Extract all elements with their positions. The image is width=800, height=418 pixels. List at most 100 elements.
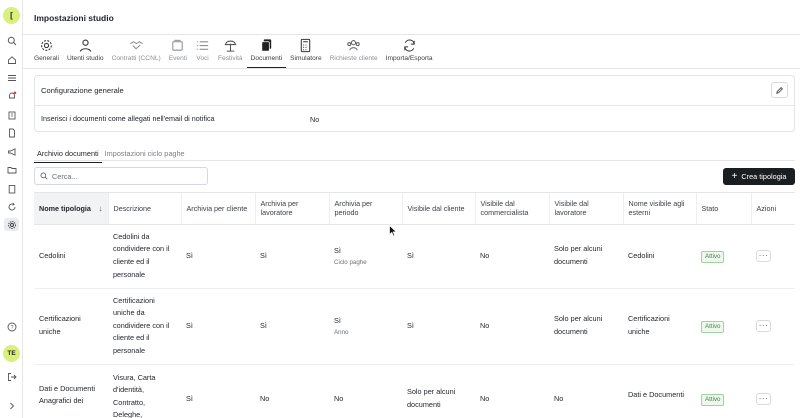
beach-umbrella-icon (224, 40, 237, 52)
plus-icon: + (731, 170, 738, 182)
gear-icon (41, 40, 52, 51)
cell-azioni: ··· (751, 224, 795, 289)
folder-icon[interactable] (6, 164, 17, 175)
cell-nome-esterni: Certificazioni uniche (623, 288, 696, 365)
cell-azioni: ··· (751, 364, 795, 418)
cell-per-lavoratore: No (255, 364, 329, 418)
cell-name: Dati e Documenti Anagrafici dei (34, 364, 108, 418)
edit-config-button[interactable] (771, 82, 788, 98)
cell-vis-cliente: Sì (402, 288, 475, 365)
column-header[interactable]: Nome visibile agli esterni (622, 193, 696, 225)
calendar-stack-icon (172, 39, 184, 51)
tab-richieste-cliente[interactable]: Richieste cliente (326, 36, 382, 68)
cell-per-cliente: Sì (181, 364, 255, 418)
status-badge: Attivo (701, 320, 725, 333)
settings-tabs: Generali Utenti studio Contratti (CCNL) … (30, 36, 437, 68)
cell-vis-commercialista: No (475, 224, 549, 289)
tab-eventi[interactable]: Eventi (165, 36, 191, 68)
handshake-icon (129, 41, 143, 50)
cell-stato: Attivo (696, 364, 751, 418)
search-box[interactable] (34, 167, 208, 185)
cell-description: Certificazioni uniche da condividere con… (108, 288, 181, 365)
tab-label: Festività (218, 55, 243, 62)
sync-icon (403, 39, 415, 52)
tab-label: Eventi (168, 55, 188, 62)
column-header[interactable]: Visibile dal commercialista (474, 193, 549, 225)
tab-generali[interactable]: Generali (30, 36, 63, 68)
cell-vis-lavoratore: Solo per alcuni documenti (549, 288, 623, 365)
cell-per-cliente: Sì (181, 288, 255, 365)
svg-text:?: ? (10, 325, 13, 331)
cell-description: Cedolini da condividere con il cliente e… (108, 224, 181, 289)
document-types-table: ↓ Nome tipologia Descrizione Archivia per… (34, 192, 795, 418)
user-icon (79, 39, 91, 52)
column-header[interactable]: Archivia per periodo (328, 193, 402, 225)
cell-vis-lavoratore: Solo per alcuni documenti (549, 224, 623, 289)
tab-festivita[interactable]: Festività (214, 36, 247, 68)
home-icon[interactable] (6, 54, 17, 65)
column-header[interactable]: Descrizione (107, 193, 181, 225)
cell-vis-commercialista: No (475, 288, 549, 365)
sort-arrow-down-icon[interactable]: ↓ (99, 204, 103, 214)
clipboard-icon[interactable] (6, 183, 17, 194)
bell-icon[interactable] (6, 90, 17, 101)
avatar[interactable]: TE (3, 345, 20, 362)
tab-label: Voci (196, 55, 209, 62)
cell-per-lavoratore: Sì (255, 288, 329, 365)
app-logo[interactable]: [ (3, 7, 20, 24)
more-actions-button[interactable]: ··· (756, 393, 771, 405)
header-divider (23, 34, 800, 35)
search-icon[interactable] (6, 35, 17, 46)
create-type-label: Crea tipologia (741, 172, 787, 181)
column-header[interactable]: Stato (695, 193, 751, 225)
refresh-icon[interactable] (6, 201, 17, 212)
table-row[interactable]: Dati e Documenti Anagrafici dei Visura, … (34, 364, 795, 418)
cell-per-cliente: Sì (181, 224, 255, 289)
column-header[interactable]: ↓ Nome tipologia (34, 193, 108, 225)
logout-icon[interactable] (6, 371, 17, 382)
tab-utenti-studio[interactable]: Utenti studio (63, 36, 108, 68)
cell-per-periodo: No (329, 364, 402, 418)
settings-icon[interactable] (4, 218, 19, 231)
mouse-cursor-icon (389, 225, 397, 237)
create-type-button[interactable]: + Crea tipologia (723, 168, 795, 185)
cell-per-periodo: Sì Anno (329, 288, 402, 365)
tab-label: Generali (34, 55, 59, 62)
left-rail: [ ? TE (0, 0, 23, 418)
more-actions-button[interactable]: ··· (756, 320, 771, 332)
list-icon[interactable] (6, 72, 17, 83)
table-row[interactable]: Cedolini Cedolini da condividere con il … (34, 224, 795, 289)
status-badge: Attivo (701, 250, 725, 263)
expand-chevron-icon[interactable] (6, 400, 17, 411)
tab-label: Importa/Esporta (385, 55, 433, 62)
more-actions-button[interactable]: ··· (756, 250, 771, 262)
building-icon[interactable] (6, 109, 17, 120)
status-badge: Attivo (701, 393, 725, 406)
table-row[interactable]: Certificazioni uniche Certificazioni uni… (34, 288, 795, 365)
attach-docs-value: No (310, 115, 320, 124)
search-input[interactable] (52, 171, 202, 181)
pencil-icon (776, 86, 783, 94)
tabs-divider (23, 68, 800, 69)
tab-documenti[interactable]: Documenti (246, 36, 287, 68)
column-header[interactable]: Archivia per lavoratore (254, 193, 329, 225)
tab-label: Documenti (250, 55, 283, 62)
help-icon[interactable]: ? (6, 321, 17, 332)
cell-description: Visura, Carta d'identità, Contratto, Del… (108, 364, 181, 418)
tab-importa-esporta[interactable]: Importa/Esporta (382, 36, 437, 68)
config-title: Configurazione generale (41, 86, 124, 95)
document-icon[interactable] (6, 127, 17, 138)
cell-nome-esterni: Cedolini (623, 224, 696, 289)
tab-simulatore[interactable]: Simulatore (286, 36, 326, 68)
config-divider (35, 105, 794, 106)
tab-contratti[interactable]: Contratti (CCNL) (108, 36, 165, 68)
column-header: Azioni (750, 193, 795, 225)
megaphone-icon[interactable] (6, 146, 17, 157)
column-header[interactable]: Archivia per cliente (180, 193, 255, 225)
calculator-icon (301, 38, 311, 53)
attach-docs-label: Inserisci i documenti come allegati nell… (41, 114, 215, 123)
column-header[interactable]: Visibile dal cliente (401, 193, 475, 225)
cell-vis-cliente: Sì (402, 224, 475, 289)
tab-voci[interactable]: Voci (191, 36, 214, 68)
column-header[interactable]: Visibile dal lavoratore (548, 193, 623, 225)
